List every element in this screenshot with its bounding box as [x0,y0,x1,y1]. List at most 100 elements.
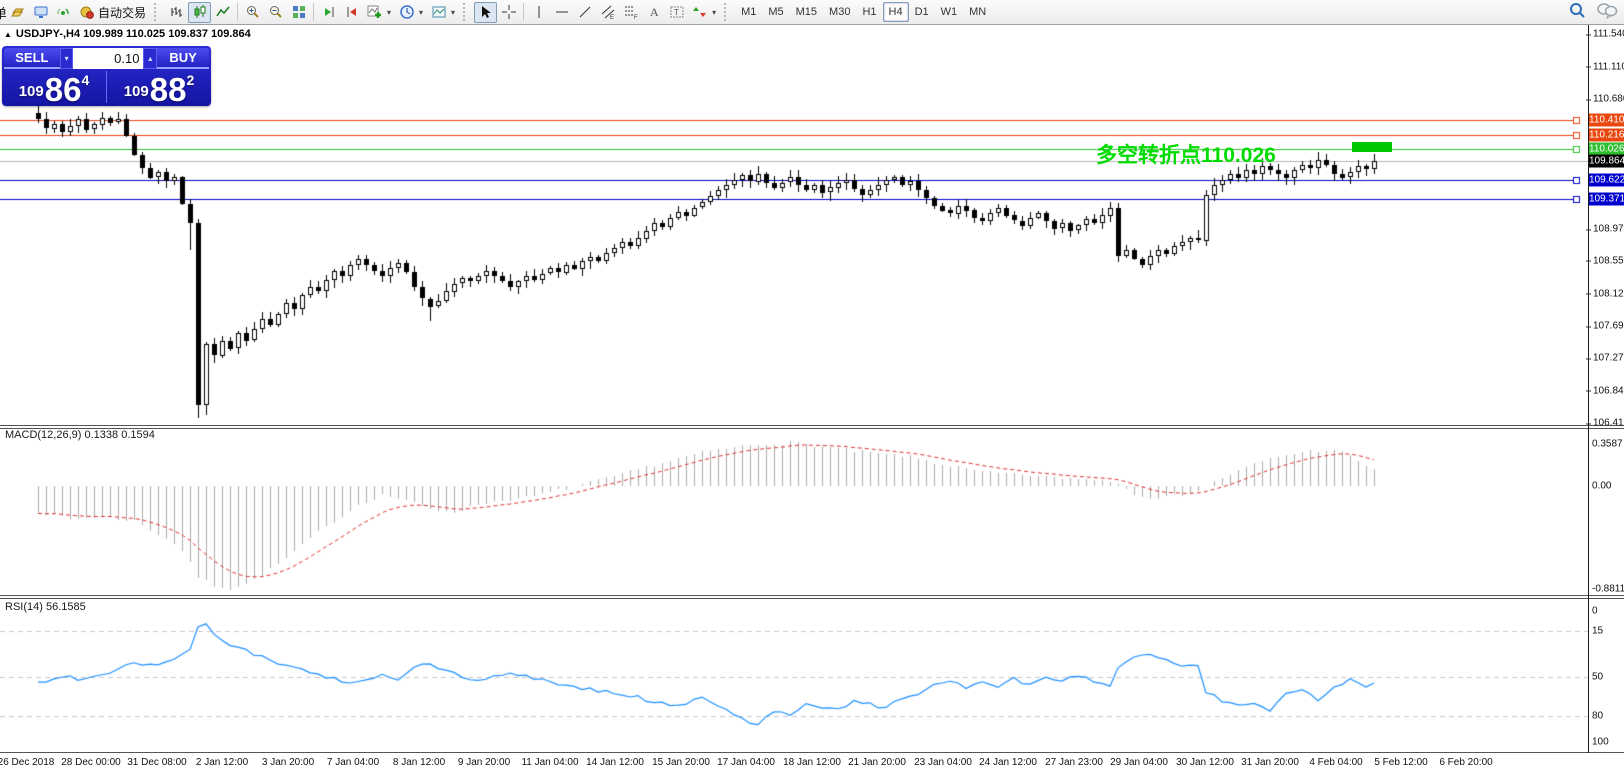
sell-price[interactable]: 109 86 4 [2,69,106,106]
buy-price[interactable]: 109 88 2 [107,69,211,106]
timeframe-button-m30[interactable]: M30 [823,2,856,22]
chevron-down-icon: ▾ [451,8,455,17]
rsi-name: RSI(14) [5,601,43,613]
svg-text:T: T [674,8,679,17]
triangle-up-icon: ▴ [148,54,152,63]
indicators-button[interactable]: ▾ [363,2,395,23]
main-toolbar: 单 自动交易 [0,0,1624,25]
trendline-button[interactable] [573,2,596,23]
price-level-badge: 109.371 [1589,192,1624,205]
candlestick-button[interactable] [188,2,211,23]
time-axis-label: 28 Dec 00:00 [61,757,121,768]
chart-canvas[interactable] [0,25,1588,768]
bar-chart-icon [169,4,185,20]
channel-button[interactable]: E [596,2,619,23]
buy-price-big: 88 [150,76,187,104]
chat-icon[interactable] [1596,1,1618,19]
chart-title: ▲USDJPY-,H4 109.989 110.025 109.837 109.… [4,28,251,40]
fibonacci-icon: F [623,4,639,20]
macd-axis-label: -0.8811 [1592,584,1624,595]
chart-shift-button[interactable] [340,2,363,23]
text-label-button[interactable]: T [665,2,688,23]
time-axis-label: 9 Jan 20:00 [458,757,510,768]
signal-button[interactable] [52,2,75,23]
chevron-down-icon: ▾ [419,8,423,17]
bar-chart-button[interactable] [165,2,188,23]
terminal-button[interactable] [29,2,52,23]
toolbar-grip [724,3,732,21]
collapse-triangle-icon[interactable]: ▲ [4,30,12,39]
sell-price-sup: 4 [81,72,89,88]
panel-splitter-rsi-timeaxis [0,752,1624,753]
price-level-badge: 110.216 [1589,128,1624,141]
zoom-out-button[interactable] [264,2,287,23]
time-axis-label: 8 Jan 12:00 [393,757,445,768]
chevron-down-icon: ▾ [712,8,716,17]
horizontal-line-button[interactable] [550,2,573,23]
tile-windows-button[interactable] [287,2,310,23]
indicators-icon [367,4,383,20]
cursor-icon [478,4,494,20]
tile-windows-icon [291,4,307,20]
auto-scroll-button[interactable] [317,2,340,23]
arrows-button[interactable]: ▾ [688,2,720,23]
periods-button[interactable]: ▾ [395,2,427,23]
vertical-line-button[interactable] [527,2,550,23]
rsi-label: RSI(14) 56.1585 [5,601,86,613]
rsi-axis-label: 100 [1592,737,1609,748]
zoom-in-button[interactable] [241,2,264,23]
zoom-out-icon [268,4,284,20]
timeframe-button-h1[interactable]: H1 [856,2,882,22]
timeframe-button-m15[interactable]: M15 [790,2,823,22]
auto-scroll-icon [321,4,337,20]
panel-splitter-macd-rsi[interactable] [0,595,1624,599]
mt4-terminal: 单 自动交易 [0,0,1624,768]
text-button[interactable]: A [642,2,665,23]
rsi-axis-label: 80 [1592,710,1603,721]
macd-label: MACD(12,26,9) 0.1338 0.1594 [5,429,155,441]
time-axis-label: 23 Jan 04:00 [914,757,972,768]
cursor-button[interactable] [474,2,497,23]
price-tick-label: 111.110 [1593,61,1624,72]
buy-button[interactable]: BUY [157,48,209,69]
timeframe-button-m1[interactable]: M1 [735,2,762,22]
autotrade-button[interactable]: 自动交易 [75,2,150,23]
macd-axis-label: 0.00 [1592,480,1611,491]
line-chart-button[interactable] [211,2,234,23]
volume-input[interactable] [73,48,143,69]
text-label-icon: T [669,4,685,20]
text-icon: A [646,4,662,20]
svg-text:F: F [634,15,638,20]
buy-price-sup: 2 [186,72,194,88]
toolbar-grip [463,3,471,21]
timeframe-button-h4[interactable]: H4 [883,2,909,22]
gold-button[interactable] [6,2,29,23]
timeframe-button-w1[interactable]: W1 [935,2,964,22]
sell-button[interactable]: SELL [4,48,60,69]
time-axis-label: 29 Jan 04:00 [1110,757,1168,768]
timeframe-button-mn[interactable]: MN [963,2,992,22]
rsi-axis-label: 50 [1592,671,1603,682]
price-tick-label: 108.120 [1593,288,1624,299]
time-axis-label: 31 Jan 20:00 [1241,757,1299,768]
autotrade-icon [79,4,95,20]
price-tick-label: 110.680 [1593,94,1624,105]
line-chart-icon [215,4,231,20]
time-axis-label: 14 Jan 12:00 [586,757,644,768]
price-level-badge: 110.026 [1589,142,1624,155]
toolbar-grip [154,3,162,21]
volume-increase-button[interactable]: ▴ [143,48,157,69]
price-level-badge: 110.410 [1589,113,1624,126]
templates-button[interactable]: ▾ [427,2,459,23]
timeframe-button-d1[interactable]: D1 [909,2,935,22]
timeframe-button-m5[interactable]: M5 [762,2,789,22]
toolbar-separator [523,3,524,21]
chart-window: ▲USDJPY-,H4 109.989 110.025 109.837 109.… [0,25,1624,768]
fibonacci-button[interactable]: F [619,2,642,23]
volume-decrease-button[interactable]: ▾ [60,48,74,69]
channel-icon: E [600,4,616,20]
periods-icon [399,4,415,20]
panel-splitter-main-macd[interactable] [0,425,1624,429]
search-icon[interactable] [1568,1,1586,19]
crosshair-button[interactable] [497,2,520,23]
